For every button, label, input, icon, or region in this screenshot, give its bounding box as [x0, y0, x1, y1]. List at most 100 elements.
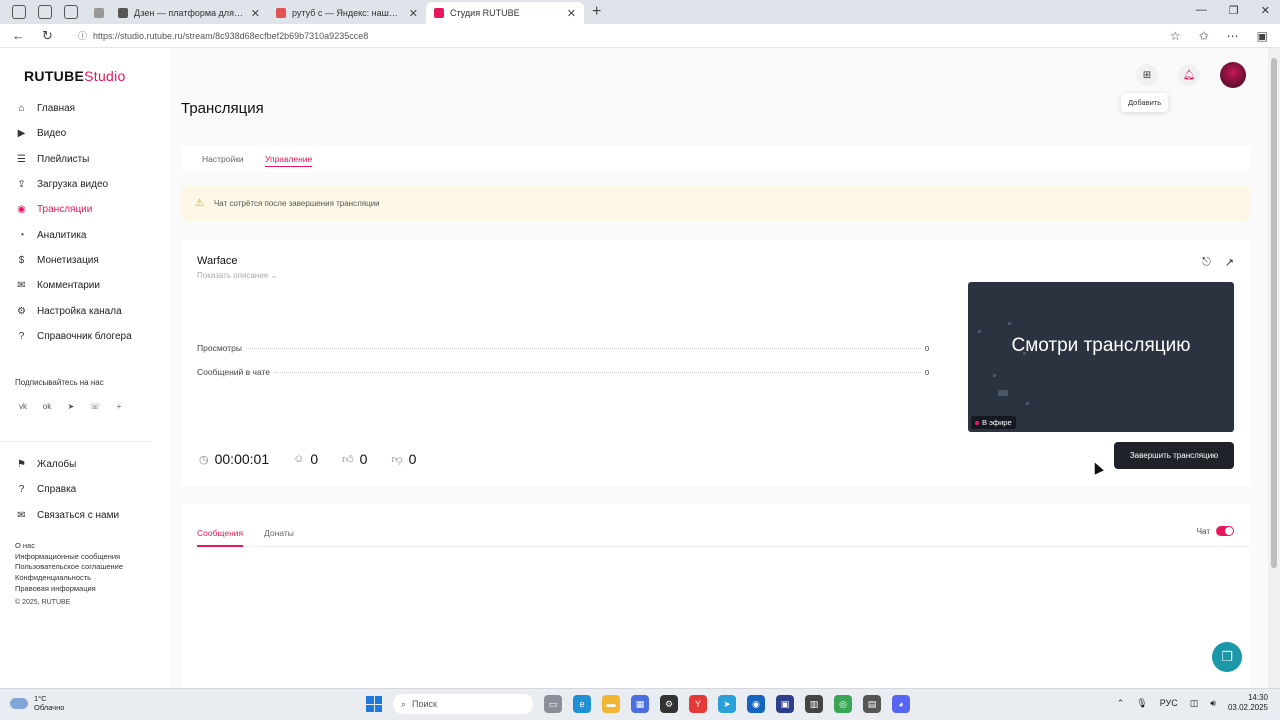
help-book-icon: ?: [18, 330, 25, 342]
share-icon[interactable]: ⎋: [1202, 256, 1211, 269]
explorer-icon[interactable]: ▬: [602, 695, 620, 713]
browser-tab[interactable]: [90, 2, 110, 24]
sidebar-item-analytics[interactable]: ◔ Аналитика: [14, 222, 154, 247]
sidebar-item-broadcast[interactable]: ◉ Трансляции: [14, 197, 154, 222]
steam-icon[interactable]: ◉: [747, 695, 765, 713]
close-window-icon[interactable]: ✕: [1261, 4, 1270, 17]
telegram-app-icon[interactable]: ➤: [718, 695, 736, 713]
sidebar-item-settings[interactable]: ⚙ Настройка канала: [14, 298, 154, 323]
notifications-button[interactable]: 🔔︎: [1178, 64, 1200, 86]
page: RUTUBEStudio ⌂ Главная ▶ Видео ☰ Плейлисты ⇪ За…: [0, 48, 1268, 688]
rutube-studio-logo[interactable]: RUTUBEStudio: [24, 68, 126, 84]
end-stream-button[interactable]: Завершить трансляцию: [1114, 442, 1234, 469]
sidebar-item-help[interactable]: ? Справка: [14, 477, 154, 502]
sidebar-item-home[interactable]: ⌂ Главная: [14, 96, 154, 121]
sidebar-item-playlist[interactable]: ☰ Плейлисты: [14, 147, 154, 172]
tab-management[interactable]: Управление: [265, 154, 313, 167]
tab-messages[interactable]: Сообщения: [197, 528, 243, 538]
stream-preview[interactable]: Смотри трансляцию В эфире: [968, 282, 1234, 432]
footer-link[interactable]: Правовая информация: [15, 584, 123, 595]
analytics-icon: ◔: [18, 229, 25, 241]
favorite-star-icon[interactable]: ☆: [1170, 29, 1181, 43]
settings-app-icon[interactable]: ⚙: [660, 695, 678, 713]
sidebar-item-label: Главная: [37, 103, 76, 115]
sidebar-item-mail[interactable]: ✉ Связаться с нами: [14, 503, 154, 528]
tab-settings[interactable]: Настройки: [202, 154, 244, 164]
chat-toggle-label: Чат: [1196, 526, 1210, 536]
workspaces-icon[interactable]: [38, 5, 52, 19]
language-indicator[interactable]: РУС: [1160, 698, 1178, 708]
edge-icon[interactable]: e: [573, 695, 591, 713]
reload-icon[interactable]: ↻: [42, 28, 60, 44]
chat-toggle-switch[interactable]: [1216, 526, 1234, 536]
sidebar-item-comments[interactable]: ✉ Комментарии: [14, 273, 154, 298]
tab-donations[interactable]: Донаты: [264, 528, 294, 538]
sidebar-item-label: Комментарии: [37, 280, 100, 292]
footer-link[interactable]: Пользовательское соглашение: [15, 562, 123, 573]
logo-suffix: Studio: [84, 68, 126, 84]
broadcast-icon: ◉: [17, 204, 26, 216]
footer-link[interactable]: Информационные сообщения: [15, 552, 123, 563]
page-scrollbar[interactable]: [1268, 48, 1280, 688]
telegram-icon[interactable]: ➤: [63, 398, 79, 414]
sidebar-item-label: Настройка канала: [37, 305, 122, 317]
tray-chevron-icon[interactable]: ⌃: [1117, 698, 1125, 709]
viber-icon[interactable]: ☏: [87, 398, 103, 414]
sidebar-item-help-book[interactable]: ? Справочник блогера: [14, 324, 154, 349]
add-button[interactable]: ⊞: [1136, 64, 1158, 86]
external-link-icon[interactable]: ↗: [1225, 256, 1234, 269]
add-icon[interactable]: +: [111, 398, 127, 414]
tab-actions-icon[interactable]: [64, 5, 78, 19]
browser-tab[interactable]: Студия RUTUBE ✕: [426, 2, 584, 24]
browser-tab[interactable]: Дзен — платформа для просм ✕: [110, 2, 268, 24]
favorites-icon[interactable]: ✩: [1199, 29, 1209, 43]
volume-icon[interactable]: 🔊︎: [1210, 698, 1216, 709]
show-description-link[interactable]: Показать описание ⌄: [197, 271, 277, 280]
sidebar-item-upload[interactable]: ⇪ Загрузка видео: [14, 172, 154, 197]
menu-dots-icon[interactable]: ⋯: [1227, 29, 1239, 43]
info-icon: ⓘ: [78, 31, 88, 41]
footer-link[interactable]: О нас: [15, 541, 123, 552]
url-field[interactable]: ⓘ https://studio.rutube.ru/stream/8c938d…: [78, 29, 368, 42]
help-icon: ?: [18, 484, 25, 496]
chrome-icon[interactable]: ◎: [834, 695, 852, 713]
taskbar-search[interactable]: ⌕ Поиск: [393, 694, 533, 714]
clock[interactable]: 14:30 03.02.2025: [1228, 693, 1268, 713]
avatar[interactable]: [1220, 62, 1246, 88]
game-app-icon[interactable]: ▣: [776, 695, 794, 713]
warning-icon: ⚠: [195, 198, 204, 209]
tab-favicon-icon: [434, 8, 444, 18]
store-icon[interactable]: ▦: [631, 695, 649, 713]
tab-close-icon[interactable]: ✕: [409, 7, 418, 20]
discord-icon[interactable]: ◕: [892, 695, 910, 713]
tab-close-icon[interactable]: ✕: [251, 7, 260, 20]
minimize-icon[interactable]: —: [1196, 4, 1207, 17]
footer-link[interactable]: Конфиденциальность: [15, 573, 123, 584]
sidebar-item-video[interactable]: ▶ Видео: [14, 121, 154, 146]
vk-icon[interactable]: vk: [15, 398, 31, 414]
yandex-icon[interactable]: Y: [689, 695, 707, 713]
tab-close-icon[interactable]: ✕: [567, 7, 576, 20]
ok-icon[interactable]: ok: [39, 398, 55, 414]
terminal-icon[interactable]: ▤: [863, 695, 881, 713]
sidebar-toggle-icon[interactable]: ▣: [1257, 29, 1268, 43]
sidebar-nav: ⌂ Главная ▶ Видео ☰ Плейлисты ⇪ Загрузка видео ◉…: [14, 96, 154, 349]
microphone-icon[interactable]: 🎙︎: [1136, 698, 1147, 709]
start-button[interactable]: [366, 696, 382, 712]
task-view-icon[interactable]: ▭: [544, 695, 562, 713]
sidebar-secondary: ⚑ Жалобы? Справка ✉ Связаться с нами: [14, 452, 154, 528]
maximize-icon[interactable]: ❐: [1229, 4, 1239, 17]
profile-icon[interactable]: [12, 5, 26, 19]
new-tab-button[interactable]: +: [592, 3, 601, 21]
browser-tab[interactable]: рутуб с — Яндекс: нашлось 3 м ✕: [268, 2, 426, 24]
support-chat-button[interactable]: ❐: [1212, 642, 1242, 672]
sidebar-item-flag[interactable]: ⚑ Жалобы: [14, 452, 154, 477]
back-icon[interactable]: ←: [12, 28, 30, 43]
chat-panel: Сообщения Донаты Чат: [181, 504, 1250, 688]
obs-stats-icon[interactable]: ▥: [805, 695, 823, 713]
sidebar-item-money[interactable]: $ Монетизация: [14, 248, 154, 273]
network-icon[interactable]: ◫: [1190, 698, 1199, 709]
tab-title: Студия RUTUBE: [450, 8, 520, 18]
weather-widget[interactable]: 1°C Облачно: [10, 694, 64, 712]
upload-icon: ⇪: [17, 179, 26, 191]
